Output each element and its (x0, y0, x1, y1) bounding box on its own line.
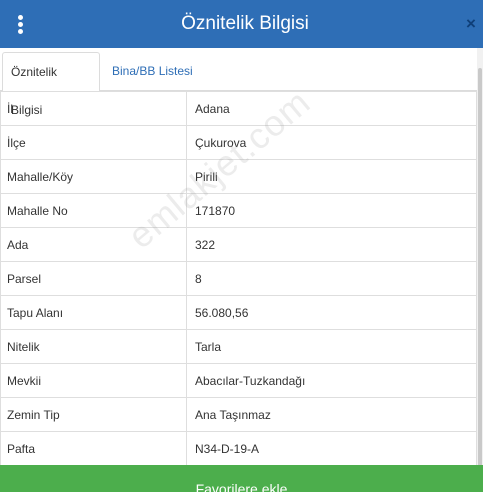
attribute-key: Pafta (0, 431, 187, 466)
attribute-key: Mevkii (0, 363, 187, 398)
attribute-key: Mahalle No (0, 193, 187, 228)
vertical-scrollbar[interactable] (477, 48, 483, 492)
attribute-value: Ana Taşınmaz (186, 397, 477, 432)
attribute-key: Mahalle/Köy (0, 159, 187, 194)
attribute-key: Tapu Alanı (0, 295, 187, 330)
table-row: İlçe Çukurova (0, 125, 477, 160)
attribute-value: 8 (186, 261, 477, 296)
attribute-table: İl Adana İlçe Çukurova Mahalle/Köy Piril… (0, 91, 477, 466)
attribute-value: Abacılar-Tuzkandağı (186, 363, 477, 398)
attribute-key: Zemin Tip (0, 397, 187, 432)
table-row: Ada 322 (0, 227, 477, 262)
table-row: Mahalle No 171870 (0, 193, 477, 228)
tab-bar: Öznitelik Bilgisi Bina/BB Listesi (0, 48, 477, 117)
tab-building-list[interactable]: Bina/BB Listesi (102, 52, 203, 92)
table-row: Pafta N34-D-19-A (0, 431, 477, 466)
attribute-value: Tarla (186, 329, 477, 364)
attribute-key: Parsel (0, 261, 187, 296)
tab-attribute-info[interactable]: Öznitelik Bilgisi (2, 52, 100, 117)
attribute-value: 56.080,56 (186, 295, 477, 330)
attribute-key: Nitelik (0, 329, 187, 364)
add-to-favorites-button[interactable]: Favorilere ekle (0, 465, 483, 492)
attribute-value: 322 (186, 227, 477, 262)
attribute-value: 171870 (186, 193, 477, 228)
attribute-key: Ada (0, 227, 187, 262)
attribute-key: İlçe (0, 125, 187, 160)
table-row: Mevkii Abacılar-Tuzkandağı (0, 363, 477, 398)
window-title: Öznitelik Bilgisi (181, 13, 309, 34)
attribute-value: Pirili (186, 159, 477, 194)
attribute-value: N34-D-19-A (186, 431, 477, 466)
table-row: Parsel 8 (0, 261, 477, 296)
scrollbar-thumb[interactable] (478, 68, 482, 470)
table-row: Nitelik Tarla (0, 329, 477, 364)
panel-content: Öznitelik Bilgisi Bina/BB Listesi İl Ada… (0, 48, 483, 492)
table-row: Tapu Alanı 56.080,56 (0, 295, 477, 330)
table-row: Mahalle/Köy Pirili (0, 159, 477, 194)
table-row: İl Adana (0, 91, 477, 126)
attribute-key: İl (0, 91, 187, 126)
table-row: Zemin Tip Ana Taşınmaz (0, 397, 477, 432)
close-icon[interactable]: × (466, 14, 483, 34)
attribute-value: Çukurova (186, 125, 477, 160)
attribute-value: Adana (186, 91, 477, 126)
title-bar: Öznitelik Bilgisi × (0, 0, 483, 48)
attribute-info-window: Öznitelik Bilgisi × Öznitelik Bilgisi Bi… (0, 0, 483, 492)
